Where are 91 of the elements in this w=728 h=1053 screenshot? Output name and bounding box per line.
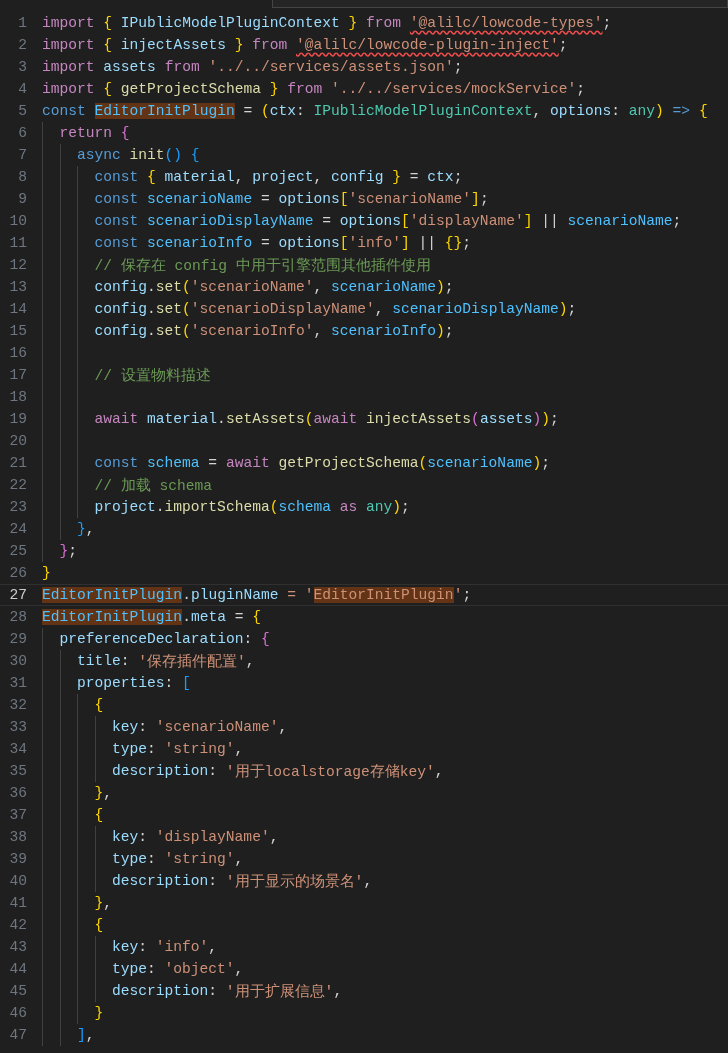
- code-line: project.importSchema(schema as any);: [42, 496, 410, 518]
- line-number: 29: [8, 631, 27, 647]
- code-line: type: 'string',: [42, 738, 244, 760]
- code-line: type: 'object',: [42, 958, 244, 980]
- code-line: EditorInitPlugin.pluginName = 'EditorInitPlugin';: [42, 586, 472, 605]
- code-line: {: [42, 914, 104, 936]
- code-line: }: [42, 1002, 104, 1024]
- code-line: {: [42, 804, 104, 826]
- line-number: 18: [8, 389, 27, 405]
- code-line: key: 'scenarioName',: [42, 716, 288, 738]
- line-number: 24: [8, 521, 27, 537]
- code-line: import { IPublicModelPluginContext } from '@alilc/lowcode-types';: [42, 14, 612, 33]
- code-line: // 设置物料描述: [42, 364, 211, 386]
- code-line: const scenarioInfo = options['info'] || {};: [42, 232, 472, 254]
- line-number: 7: [17, 147, 27, 163]
- line-number: 5: [17, 103, 27, 119]
- code-line: key: 'info',: [42, 936, 218, 958]
- line-number: 30: [8, 653, 27, 669]
- line-number: 22: [8, 477, 27, 493]
- line-number: 26: [8, 565, 27, 581]
- line-number: 14: [8, 301, 27, 317]
- line-number: 3: [17, 59, 27, 75]
- line-number: 34: [8, 741, 27, 757]
- line-number: 11: [8, 235, 27, 251]
- code-line: const { material, project, config } = ctx;: [42, 166, 463, 188]
- line-number: 12: [8, 257, 27, 273]
- line-number: 21: [8, 455, 27, 471]
- code-line: import assets from '../../services/assets.json';: [42, 58, 463, 77]
- code-line: title: '保存插件配置',: [42, 650, 255, 672]
- line-number: 13: [8, 279, 27, 295]
- line-number: 1: [17, 15, 27, 31]
- line-number: 31: [8, 675, 27, 691]
- code-line: };: [42, 540, 78, 562]
- code-line: const schema = await getProjectSchema(scenarioName);: [42, 452, 550, 474]
- line-number: 47: [8, 1027, 27, 1043]
- code-line: }: [42, 564, 51, 583]
- code-line: config.set('scenarioName', scenarioName);: [42, 276, 454, 298]
- line-number: 44: [8, 961, 27, 977]
- code-line: import { getProjectSchema } from '../../services/mockService';: [42, 80, 585, 99]
- code-line: preferenceDeclaration: {: [42, 628, 270, 650]
- code-line: ],: [42, 1024, 95, 1046]
- line-number: 40: [8, 873, 27, 889]
- line-number: 23: [8, 499, 27, 515]
- line-number: 36: [8, 785, 27, 801]
- line-number: 17: [8, 367, 27, 383]
- code-line: {: [42, 694, 104, 716]
- code-line: config.set('scenarioDisplayName', scenarioDisplayName);: [42, 298, 577, 320]
- code-line: await material.setAssets(await injectAssets(assets));: [42, 408, 559, 430]
- code-line: // 保存在 config 中用于引擎范围其他插件使用: [42, 254, 431, 276]
- line-number: 35: [8, 763, 27, 779]
- code-line: description: '用于localstorage存储key',: [42, 760, 444, 782]
- line-number: 27: [8, 587, 27, 603]
- code-line: description: '用于扩展信息',: [42, 980, 343, 1002]
- code-line: EditorInitPlugin.meta = {: [42, 608, 261, 627]
- code-line: type: 'string',: [42, 848, 244, 870]
- line-number: 25: [8, 543, 27, 559]
- line-number: 33: [8, 719, 27, 735]
- line-number: 19: [8, 411, 27, 427]
- line-number: 8: [17, 169, 27, 185]
- line-number: 45: [8, 983, 27, 999]
- line-number: 38: [8, 829, 27, 845]
- code-line: const EditorInitPlugin = (ctx: IPublicModelPluginContext, options: any) => {: [42, 102, 708, 121]
- code-line: },: [42, 892, 113, 914]
- line-number: 41: [8, 895, 27, 911]
- line-number: 9: [17, 191, 27, 207]
- code-line: const scenarioName = options['scenarioName'];: [42, 188, 489, 210]
- line-number: 46: [8, 1005, 27, 1021]
- code-line: return {: [42, 122, 130, 144]
- line-number: 6: [17, 125, 27, 141]
- code-line: },: [42, 518, 95, 540]
- line-number: 32: [8, 697, 27, 713]
- code-line: async init() {: [42, 144, 200, 166]
- line-number: 4: [17, 81, 27, 97]
- code-line: // 加载 schema: [42, 474, 213, 496]
- code-line: import { injectAssets } from '@alilc/lowcode-plugin-inject';: [42, 36, 568, 55]
- line-number: 42: [8, 917, 27, 933]
- code-line: properties: [: [42, 672, 191, 694]
- line-number: 10: [8, 213, 27, 229]
- line-number: 39: [8, 851, 27, 867]
- line-number: 20: [8, 433, 27, 449]
- line-number: 37: [8, 807, 27, 823]
- line-number: 15: [8, 323, 27, 339]
- code-line: key: 'displayName',: [42, 826, 279, 848]
- line-number: 28: [8, 609, 27, 625]
- line-number: 2: [17, 37, 27, 53]
- line-number: 16: [8, 345, 27, 361]
- code-line: const scenarioDisplayName = options['displayName'] || scenarioName;: [42, 210, 682, 232]
- code-line: config.set('scenarioInfo', scenarioInfo);: [42, 320, 454, 342]
- line-number: 43: [8, 939, 27, 955]
- code-line: },: [42, 782, 113, 804]
- code-line: description: '用于显示的场景名',: [42, 870, 373, 892]
